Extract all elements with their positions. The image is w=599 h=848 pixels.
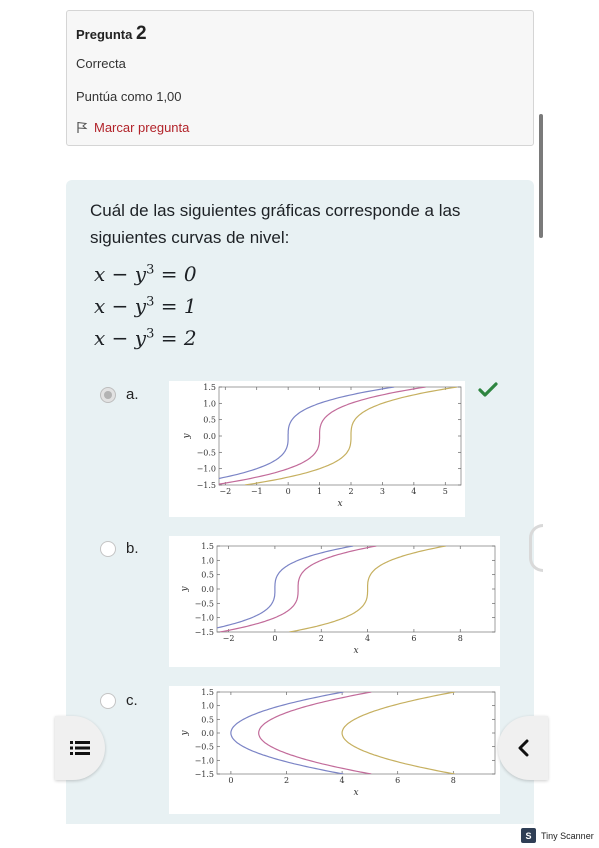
scrollbar[interactable] xyxy=(539,114,543,238)
x-tick-label: 3 xyxy=(380,487,385,496)
y-tick-label: 0.5 xyxy=(201,715,214,724)
x-tick-label: −1 xyxy=(251,487,263,496)
y-tick-label: −1.5 xyxy=(197,481,216,490)
question-title: Pregunta 2 xyxy=(76,23,147,45)
x-axis-label: x xyxy=(353,788,358,798)
x-tick-label: 4 xyxy=(411,487,416,496)
y-tick-label: 0.5 xyxy=(203,416,216,425)
y-tick-label: −0.5 xyxy=(195,599,214,608)
option-b-chart: −2 0 2 4 6 8 1.5 1.0 0.5 0.0 −0.5 −1.0 −1.5 x y xyxy=(180,542,496,656)
x-tick-label: 1 xyxy=(317,487,322,496)
x-tick-label: 4 xyxy=(365,634,370,643)
x-tick-label: 6 xyxy=(411,634,416,643)
option-b-label: b. xyxy=(126,540,139,557)
y-tick-label: 1.5 xyxy=(201,542,214,551)
scanner-watermark: S Tiny Scanner xyxy=(521,828,594,843)
x-tick-label: 0 xyxy=(228,776,233,785)
check-icon xyxy=(478,382,498,397)
option-a-chart: −2 −1 0 1 2 3 4 5 1.5 1.0 0.5 0.0 −0.5 −1.0 −1.5 x y xyxy=(182,383,462,509)
option-c-plot: 0 2 4 6 8 1.5 1.0 0.5 0.0 −0.5 −1.0 −1.5 x y xyxy=(169,686,500,814)
y-tick-label: −1.0 xyxy=(195,614,214,623)
y-tick-label: 0.0 xyxy=(201,729,214,738)
option-a-plot: −2 −1 0 1 2 3 4 5 1.5 1.0 0.5 0.0 −0.5 −1.0 −1.5 x y xyxy=(169,381,465,517)
plot-frame xyxy=(216,545,496,633)
equation-3: x − y3 = 2 xyxy=(94,326,197,350)
y-tick-label: 1.5 xyxy=(201,688,214,697)
x-tick-label: 0 xyxy=(272,634,277,643)
question-number: 2 xyxy=(135,23,147,44)
y-tick-label: 1.0 xyxy=(201,556,214,565)
question-content: Cuál de las siguientes gráficas correspo… xyxy=(66,180,534,824)
scanner-brand-label: Tiny Scanner xyxy=(541,830,594,841)
menu-icon xyxy=(70,741,90,755)
plot-frame xyxy=(218,386,462,486)
x-axis-label: x xyxy=(353,646,358,656)
equation-1: x − y3 = 0 xyxy=(94,262,197,286)
y-tick-label: −1.0 xyxy=(197,465,216,474)
y-tick-label: 1.0 xyxy=(203,399,216,408)
option-b-radio[interactable] xyxy=(100,540,116,557)
y-tick-label: 1.0 xyxy=(201,702,214,711)
y-tick-label: −0.5 xyxy=(197,448,216,457)
question-info-panel: Pregunta 2 Correcta Puntúa como 1,00 Mar… xyxy=(66,10,534,146)
x-tick-label: −2 xyxy=(223,634,235,643)
x-tick-label: 5 xyxy=(443,487,448,496)
y-tick-label: −1.5 xyxy=(195,770,214,779)
scanner-logo-icon: S xyxy=(521,828,536,843)
x-tick-label: 2 xyxy=(348,487,353,496)
y-axis-label: y xyxy=(180,586,190,593)
option-c-label: c. xyxy=(126,692,138,709)
question-title-prefix: Pregunta xyxy=(76,27,133,42)
y-axis-label: y xyxy=(180,730,190,737)
x-tick-label: 2 xyxy=(319,634,324,643)
option-c[interactable]: c. xyxy=(100,692,138,709)
question-text: Cuál de las siguientes gráficas correspo… xyxy=(90,201,461,247)
option-c-chart: 0 2 4 6 8 1.5 1.0 0.5 0.0 −0.5 −1.0 −1.5 x y xyxy=(180,688,496,798)
x-tick-label: 8 xyxy=(458,634,463,643)
flag-icon xyxy=(77,122,88,133)
question-grade: Puntúa como 1,00 xyxy=(76,89,182,104)
x-tick-label: 8 xyxy=(451,776,456,785)
option-b-plot: −2 0 2 4 6 8 1.5 1.0 0.5 0.0 −0.5 −1.0 −1.5 x y xyxy=(169,536,500,667)
y-tick-label: −1.0 xyxy=(195,756,214,765)
option-c-radio[interactable] xyxy=(100,692,116,709)
x-tick-label: 6 xyxy=(395,776,400,785)
y-tick-label: −1.5 xyxy=(195,628,214,637)
x-tick-label: −2 xyxy=(219,487,231,496)
option-a-radio[interactable] xyxy=(100,386,116,403)
side-drawer-handle[interactable] xyxy=(529,524,543,572)
chevron-left-icon xyxy=(518,739,529,757)
x-axis-label: x xyxy=(337,499,342,509)
y-axis-label: y xyxy=(182,433,192,440)
option-a-label: a. xyxy=(126,386,139,403)
y-tick-label: 0.0 xyxy=(203,432,216,441)
y-tick-label: 1.5 xyxy=(203,383,216,392)
y-tick-label: −0.5 xyxy=(195,743,214,752)
flag-question-link[interactable]: Marcar pregunta xyxy=(76,120,189,135)
option-a[interactable]: a. xyxy=(100,386,139,403)
flag-question-label: Marcar pregunta xyxy=(94,120,190,135)
equation-2: x − y3 = 1 xyxy=(94,294,197,318)
y-tick-label: 0.5 xyxy=(201,571,214,580)
x-tick-label: 4 xyxy=(340,776,345,785)
option-b[interactable]: b. xyxy=(100,540,139,557)
y-tick-label: 0.0 xyxy=(201,585,214,594)
x-tick-label: 0 xyxy=(286,487,291,496)
x-tick-label: 2 xyxy=(284,776,289,785)
question-state: Correcta xyxy=(76,56,126,71)
